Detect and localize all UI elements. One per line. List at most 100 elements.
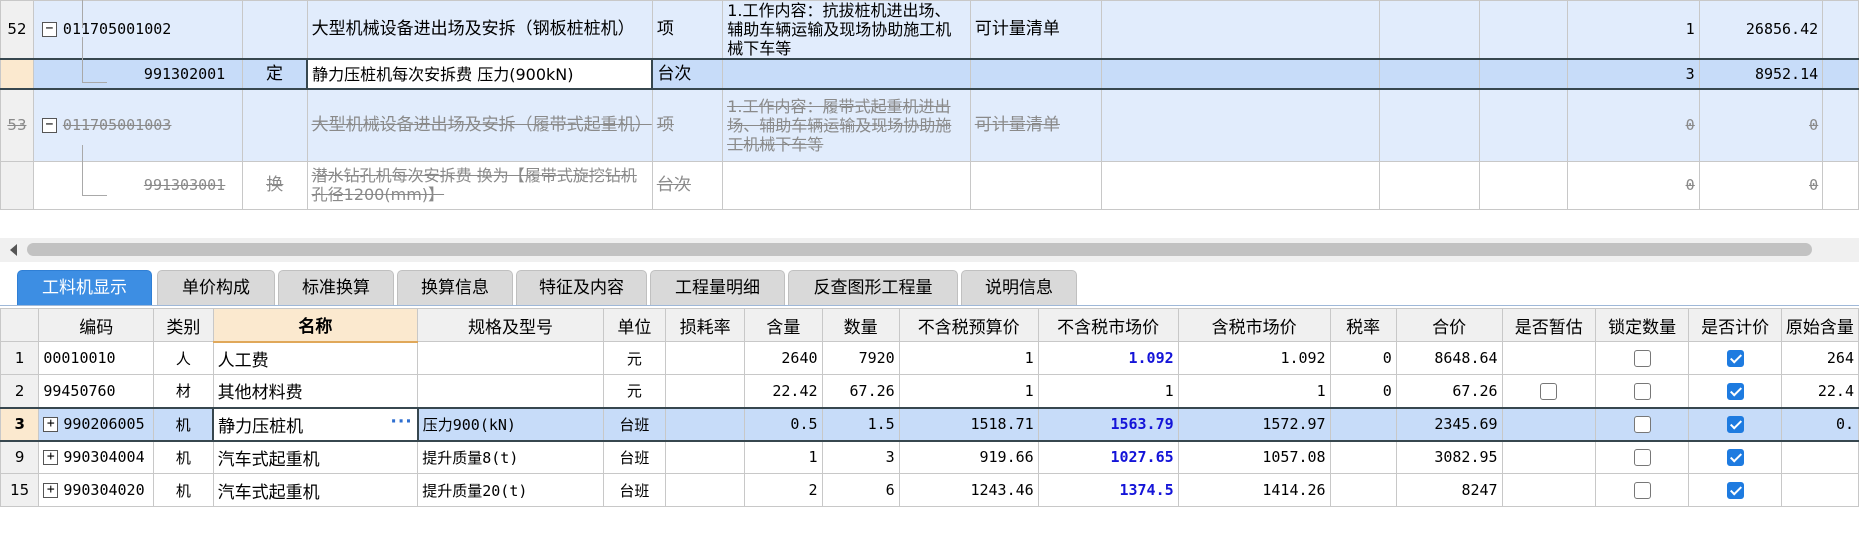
cell-category[interactable]: 机 [153, 440, 214, 474]
item-calc[interactable] [969, 160, 1103, 210]
item-kind[interactable]: 换 [241, 160, 308, 210]
checkbox-icon[interactable] [1633, 382, 1651, 400]
plus-box-icon[interactable]: + [43, 483, 59, 498]
cell-spec[interactable]: 压力900(kN) [417, 406, 604, 442]
cell-code[interactable]: +990304020 [38, 473, 155, 507]
cell-original-content[interactable]: 264 [1780, 341, 1859, 375]
cell-name[interactable]: 其他材料费 [212, 374, 419, 408]
cell-content[interactable]: 0.5 [744, 406, 823, 442]
checkbox-checked-icon[interactable] [1726, 449, 1744, 467]
scrollbar-thumb[interactable] [27, 243, 1812, 256]
cell-content[interactable]: 22.42 [744, 374, 823, 408]
cell-loss[interactable] [665, 440, 746, 474]
cell-estimate[interactable] [1501, 341, 1596, 375]
cell-budget-price[interactable]: 1518.71 [898, 406, 1039, 442]
col-header-code[interactable]: 编码 [38, 308, 155, 342]
table-row-selected[interactable]: 3 +990206005 机 静力压桩机 ··· 压力900(kN) 台班 0.5… [0, 406, 1859, 442]
tab-quantity-detail[interactable]: 工程量明细 [650, 270, 785, 305]
cell-market-price[interactable]: 1 [1037, 374, 1179, 408]
item-kind[interactable] [241, 88, 308, 162]
cell-quantity[interactable]: 3 [821, 440, 900, 474]
col-header-original-content[interactable]: 原始含量 [1780, 308, 1859, 342]
cell-loss[interactable] [665, 406, 746, 442]
table-row[interactable]: 991303001 换 潜水钻孔机每次安拆费 换为【履带式旋挖钻机孔径1200(… [0, 160, 1859, 210]
cell-lock[interactable] [1594, 406, 1690, 442]
cell-quantity[interactable]: 1.5 [821, 406, 900, 442]
col-header-name[interactable]: 名称 [212, 308, 419, 343]
cell-market-price[interactable]: 1027.65 [1037, 440, 1179, 474]
cell-lock[interactable] [1594, 341, 1690, 375]
cell-tax-market-price[interactable]: 1 [1177, 374, 1331, 408]
item-kind[interactable]: 定 [241, 58, 308, 90]
item-feature[interactable]: 1.工作内容：抗拔桩机进出场、辅助车辆运输及现场协助施工机械下车等 [722, 0, 971, 60]
item-qty[interactable]: 0 [1567, 160, 1700, 210]
cell-unit[interactable]: 台班 [602, 406, 667, 442]
cell-original-content[interactable]: 22.4 [1780, 374, 1859, 408]
item-code[interactable]: 991302001 [32, 58, 243, 90]
item-unit[interactable]: 台次 [651, 160, 724, 210]
cell-budget-price[interactable]: 1 [898, 374, 1039, 408]
tab-graphic-quantity[interactable]: 反查图形工程量 [788, 270, 958, 305]
cell-lock[interactable] [1594, 440, 1690, 474]
cell-unit[interactable]: 元 [602, 374, 667, 408]
cell-spec[interactable]: 提升质量8(t) [417, 440, 604, 474]
cell-quantity[interactable]: 6 [821, 473, 900, 507]
ellipsis-icon[interactable]: ··· [390, 412, 412, 432]
col-header-lock-qty[interactable]: 锁定数量 [1594, 308, 1690, 342]
cell-total[interactable]: 8648.64 [1395, 341, 1503, 375]
item-kind[interactable] [241, 0, 308, 60]
cell-name[interactable]: 汽车式起重机 [212, 440, 419, 474]
cell-budget-price[interactable]: 1243.46 [898, 473, 1039, 507]
minus-box-icon[interactable]: − [41, 22, 57, 37]
cell-original-content[interactable]: 0. [1780, 406, 1859, 442]
cell-budget-price[interactable]: 919.66 [898, 440, 1039, 474]
col-header-tax-market-price[interactable]: 含税市场价 [1177, 308, 1331, 342]
cell-tax-market-price[interactable]: 1572.97 [1177, 406, 1331, 442]
cell-priced[interactable] [1688, 374, 1782, 408]
item-price[interactable]: 0 [1698, 88, 1824, 162]
cell-priced[interactable] [1688, 440, 1782, 474]
col-header-priced[interactable]: 是否计价 [1688, 308, 1782, 342]
checkbox-icon[interactable] [1540, 382, 1558, 400]
table-row[interactable]: 1 00010010 人 人工费 元 2640 7920 1 1.092 1.0… [0, 341, 1859, 375]
table-row[interactable]: 2 99450760 材 其他材料费 元 22.42 67.26 1 1 1 0… [0, 374, 1859, 408]
item-name[interactable]: 潜水钻孔机每次安拆费 换为【履带式旋挖钻机孔径1200(mm)】 [306, 160, 653, 210]
cell-estimate[interactable] [1501, 440, 1596, 474]
table-row[interactable]: 9 +990304004 机 汽车式起重机 提升质量8(t) 台班 1 3 91… [0, 440, 1859, 474]
cell-loss[interactable] [665, 341, 746, 375]
table-row[interactable]: 52 −011705001002 大型机械设备进出场及安拆（钢板桩桩机） 项 1… [0, 0, 1859, 60]
checkbox-checked-icon[interactable] [1726, 482, 1744, 499]
item-unit[interactable]: 项 [651, 88, 724, 162]
col-header-category[interactable]: 类别 [153, 308, 214, 342]
checkbox-checked-icon[interactable] [1726, 416, 1744, 433]
checkbox-icon[interactable] [1633, 416, 1651, 433]
col-header-content[interactable]: 含量 [744, 308, 823, 342]
plus-box-icon[interactable]: + [43, 417, 59, 432]
cell-priced[interactable] [1688, 473, 1782, 507]
cell-lock[interactable] [1594, 473, 1690, 507]
checkbox-checked-icon[interactable] [1726, 350, 1744, 367]
table-row-selected[interactable]: 991302001 定 静力压桩机每次安拆费 压力(900kN) 台次 3 89… [0, 58, 1859, 90]
cell-code[interactable]: 00010010 [38, 341, 155, 375]
item-code[interactable]: −011705001003 [32, 88, 243, 162]
cell-original-content[interactable] [1780, 440, 1859, 474]
item-price[interactable]: 0 [1698, 160, 1824, 210]
checkbox-icon[interactable] [1633, 449, 1651, 467]
tab-unit-price[interactable]: 单价构成 [157, 270, 275, 305]
minus-box-icon[interactable]: − [41, 117, 57, 133]
cell-priced[interactable] [1688, 406, 1782, 442]
cell-code[interactable]: +990206005 [38, 406, 155, 442]
item-qty[interactable]: 0 [1567, 88, 1700, 162]
col-header-market-price[interactable]: 不含税市场价 [1037, 308, 1179, 342]
cell-tax-rate[interactable] [1329, 406, 1397, 442]
item-code[interactable]: −011705001002 [32, 0, 243, 60]
cell-lock[interactable] [1594, 374, 1690, 408]
col-header-spec[interactable]: 规格及型号 [417, 308, 604, 342]
col-header-tax-rate[interactable]: 税率 [1329, 308, 1397, 342]
tab-conversion-info[interactable]: 换算信息 [397, 270, 513, 305]
checkbox-icon[interactable] [1633, 482, 1651, 499]
cell-total[interactable]: 2345.69 [1395, 406, 1503, 442]
cell-content[interactable]: 1 [744, 440, 823, 474]
cell-category[interactable]: 人 [153, 341, 214, 375]
tab-standard-conversion[interactable]: 标准换算 [278, 270, 394, 305]
